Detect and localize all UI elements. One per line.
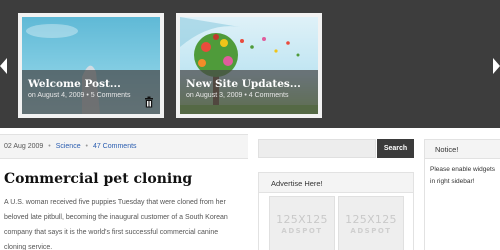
slide-card-site-updates[interactable]: New Site Updates... on August 3, 2009 • … <box>176 13 322 118</box>
adspot-size: 125X125 <box>276 213 328 226</box>
post-excerpt: A U.S. woman received five puppies Tuesd… <box>4 199 228 250</box>
adspot-1[interactable]: 125X125 ADSPOT <box>269 196 335 250</box>
notice-widget: Notice! Please enable widgets in right s… <box>424 139 500 250</box>
post-date: 02 Aug 2009 <box>4 143 44 150</box>
page: Welcome Post... on August 4, 2009 • 5 Co… <box>0 0 500 250</box>
slide-title[interactable]: Welcome Post... <box>28 78 154 90</box>
slider-next-arrow-icon[interactable] <box>493 58 500 74</box>
slide-image-tree: New Site Updates... on August 3, 2009 • … <box>180 17 318 114</box>
post-title[interactable]: Commercial pet cloning <box>4 171 248 187</box>
slide-caption: New Site Updates... on August 3, 2009 • … <box>180 70 318 114</box>
search-input[interactable] <box>258 139 376 158</box>
adspot-size: 125X125 <box>345 213 397 226</box>
post-comments-link[interactable]: 47 Comments <box>93 143 137 150</box>
separator-dot: • <box>85 143 88 150</box>
slide-caption: Welcome Post... on August 4, 2009 • 5 Co… <box>22 70 160 114</box>
search-button[interactable]: Search <box>377 139 414 158</box>
slide-card-welcome[interactable]: Welcome Post... on August 4, 2009 • 5 Co… <box>18 13 164 118</box>
separator-dot: • <box>48 143 51 150</box>
slide-title[interactable]: New Site Updates... <box>186 78 312 90</box>
slide-meta: on August 3, 2009 • 4 Comments <box>186 92 289 99</box>
adspot-label: ADSPOT <box>281 227 323 235</box>
trash-bin-icon <box>145 96 153 108</box>
featured-slider: Welcome Post... on August 4, 2009 • 5 Co… <box>0 0 500 128</box>
notice-widget-title: Notice! <box>425 139 500 159</box>
slide-image-sky: Welcome Post... on August 4, 2009 • 5 Co… <box>22 17 160 114</box>
search-form: Search <box>258 139 414 158</box>
adspot-label: ADSPOT <box>350 227 392 235</box>
post-meta-bar: 02 Aug 2009 • Science • 47 Comments <box>0 134 248 159</box>
adspot-2[interactable]: 125X125 ADSPOT <box>338 196 404 250</box>
slider-prev-arrow-icon[interactable] <box>0 58 7 74</box>
main-content: 02 Aug 2009 • Science • 47 Comments Comm… <box>0 134 248 250</box>
advertise-widget-title: Advertise Here! <box>259 173 413 193</box>
advertise-widget: Advertise Here! 125X125 ADSPOT 125X125 A… <box>258 172 414 250</box>
notice-widget-text: Please enable widgets in right sidebar! <box>430 166 496 185</box>
post-category-link[interactable]: Science <box>56 143 81 150</box>
slide-meta: on August 4, 2009 • 5 Comments <box>28 92 131 99</box>
